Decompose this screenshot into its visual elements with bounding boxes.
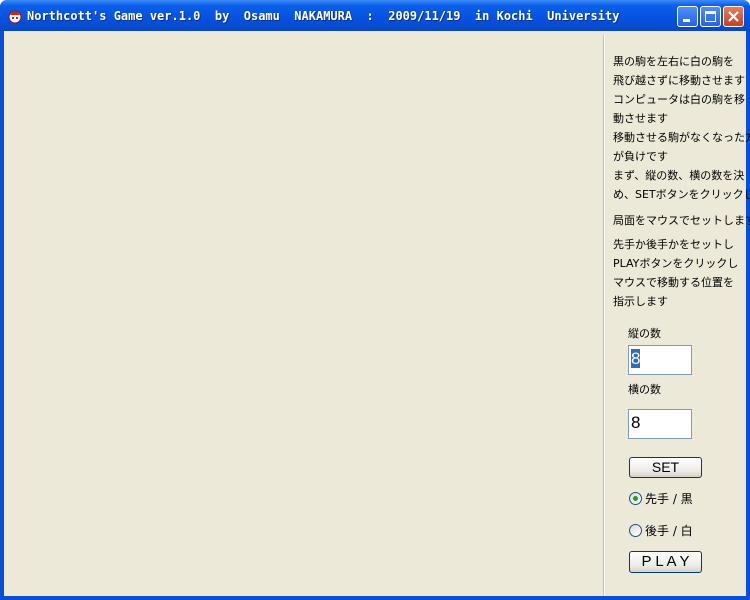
- second-player-label[interactable]: 後手 / 白: [645, 522, 693, 539]
- title-bar[interactable]: Northcott's Game ver.1.0 by Osamu NAKAMU…: [0, 0, 750, 31]
- rows-label: 縦の数: [628, 327, 661, 340]
- rows-value: 8: [631, 349, 641, 368]
- cols-label: 横の数: [628, 383, 661, 396]
- second-player-radio[interactable]: [629, 524, 642, 537]
- window-title: Northcott's Game ver.1.0 by Osamu NAKAMU…: [27, 9, 620, 23]
- set-button[interactable]: SET: [629, 457, 702, 478]
- help-line: 黒の駒を左右に白の駒を: [613, 55, 734, 68]
- help-line: 局面をマウスでセットします: [613, 214, 750, 227]
- first-player-radio[interactable]: [629, 492, 642, 505]
- help-line: め、SETボタンをクリックし: [613, 188, 750, 201]
- help-line: 先手か後手かをセットし: [613, 238, 734, 251]
- minimize-button[interactable]: [677, 6, 698, 27]
- minimize-icon: [683, 19, 690, 22]
- help-line: 移動させる駒がなくなった方: [613, 131, 750, 144]
- play-button[interactable]: P L A Y: [629, 551, 702, 573]
- app-window: Northcott's Game ver.1.0 by Osamu NAKAMU…: [0, 0, 750, 600]
- close-button[interactable]: [723, 6, 744, 27]
- help-line: まず、縦の数、横の数を決: [613, 169, 745, 182]
- cols-value: 8: [631, 413, 641, 432]
- help-line: マウスで移動する位置を: [613, 276, 734, 289]
- help-line: PLAYボタンをクリックし: [613, 257, 739, 270]
- close-icon: [728, 11, 739, 22]
- cols-input[interactable]: 8: [628, 409, 692, 439]
- help-line: 指示します: [613, 295, 668, 308]
- first-player-label[interactable]: 先手 / 黒: [645, 490, 693, 507]
- help-line: 動させます: [613, 112, 668, 125]
- app-icon[interactable]: [7, 8, 23, 24]
- help-line: コンピュータは白の駒を移: [613, 93, 745, 106]
- help-line: 飛び越さずに移動させます: [613, 74, 745, 87]
- maximize-button[interactable]: [700, 6, 721, 27]
- client-area: 黒の駒を左右に白の駒を 飛び越さずに移動させます コンピュータは白の駒を移 動さ…: [4, 31, 750, 596]
- side-panel: 黒の駒を左右に白の駒を 飛び越さずに移動させます コンピュータは白の駒を移 動さ…: [604, 35, 750, 596]
- maximize-icon: [705, 11, 716, 22]
- radio-selected-dot: [633, 496, 638, 501]
- game-board-area[interactable]: [4, 31, 604, 596]
- rows-input[interactable]: 8: [628, 345, 692, 375]
- help-line: が負けです: [613, 150, 668, 163]
